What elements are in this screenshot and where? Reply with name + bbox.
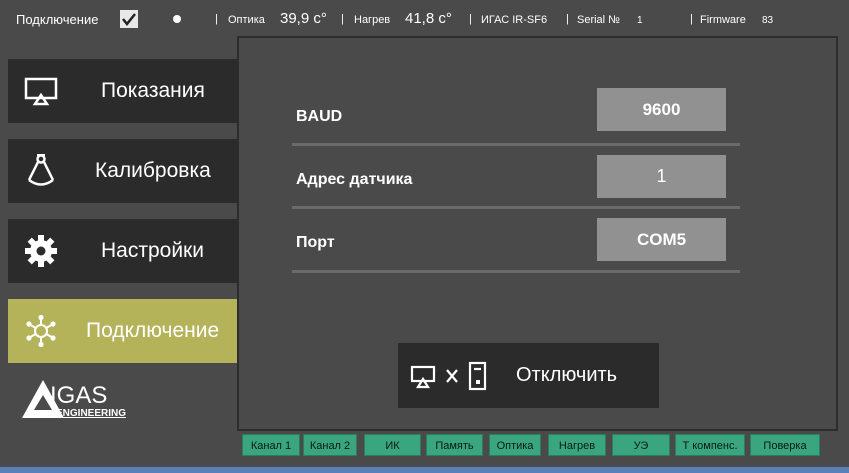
- tab-heating[interactable]: Нагрев: [548, 434, 606, 456]
- svg-text:ENGINEERING: ENGINEERING: [56, 408, 126, 419]
- separator: |: [215, 13, 218, 25]
- separator: |: [341, 13, 344, 25]
- serial-value: 1: [637, 15, 643, 26]
- firmware-value: 83: [762, 15, 774, 26]
- address-label: Адрес датчика: [296, 171, 413, 188]
- tab-verification[interactable]: Поверка: [750, 434, 820, 456]
- nav-readings-label: Показания: [101, 79, 205, 102]
- status-bar: Подключение | Оптика 39,9 с° | Нагрев 41…: [0, 0, 849, 38]
- divider: [292, 270, 740, 273]
- divider: [292, 143, 740, 146]
- serial-label: Serial №: [577, 14, 620, 26]
- separator: |: [566, 13, 569, 25]
- nav-connection-button[interactable]: Подключение: [8, 299, 237, 363]
- tab-channel-1[interactable]: Канал 1: [242, 434, 300, 456]
- tab-ir[interactable]: ИК: [364, 434, 421, 456]
- nav-calibration-button[interactable]: Калибровка: [8, 139, 237, 203]
- heat-value: 41,8 с°: [405, 10, 452, 27]
- divider: [292, 206, 740, 209]
- firmware-label: Firmware: [700, 14, 746, 26]
- separator: |: [469, 13, 472, 25]
- tab-temp-compensation[interactable]: Т компенс.: [675, 434, 745, 456]
- network-icon: [26, 314, 56, 348]
- disconnect-label: Отключить: [516, 364, 618, 386]
- port-label: Порт: [296, 234, 335, 251]
- nav-settings-label: Настройки: [101, 239, 204, 262]
- tab-ue[interactable]: УЭ: [612, 434, 670, 456]
- baud-field[interactable]: 9600: [597, 88, 726, 131]
- nav-settings-button[interactable]: Настройки: [8, 219, 237, 283]
- connection-checkbox[interactable]: [120, 10, 138, 28]
- disconnect-icon: [410, 361, 487, 391]
- svg-text:IGAS: IGAS: [50, 382, 107, 409]
- baud-label: BAUD: [296, 108, 343, 125]
- checkmark-icon: [122, 13, 136, 27]
- heat-label: Нагрев: [354, 14, 391, 26]
- tab-optics[interactable]: Оптика: [489, 434, 541, 456]
- port-field[interactable]: COM5: [597, 218, 726, 261]
- tab-memory[interactable]: Память: [426, 434, 483, 456]
- separator: |: [690, 13, 693, 25]
- gear-icon: [25, 235, 57, 267]
- monitor-icon: [24, 77, 58, 106]
- taskbar-edge: [0, 467, 849, 473]
- nav-calibration-label: Калибровка: [95, 159, 211, 182]
- address-field[interactable]: 1: [597, 155, 726, 198]
- optics-label: Оптика: [228, 14, 265, 26]
- caliper-icon: [27, 154, 55, 186]
- device-name: ИГАС IR-SF6: [481, 14, 548, 26]
- optics-value: 39,9 с°: [280, 10, 327, 27]
- status-dot-icon: [173, 15, 181, 23]
- tab-channel-2[interactable]: Канал 2: [303, 434, 357, 456]
- nav-readings-button[interactable]: Показания: [8, 59, 237, 123]
- nav-connection-label: Подключение: [86, 319, 220, 342]
- disconnect-button[interactable]: Отключить: [398, 343, 659, 408]
- connection-label: Подключение: [16, 12, 99, 27]
- igas-logo: IGAS ENGINEERING: [22, 377, 142, 422]
